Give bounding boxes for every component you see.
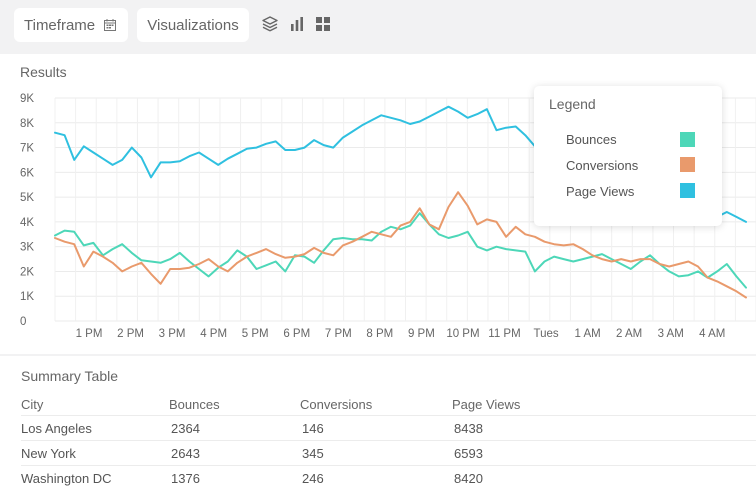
y-tick-label: 2K (20, 266, 34, 278)
summary-table-panel: Summary Table City Bounces Conversions P… (0, 356, 756, 492)
y-tick-label: 0 (20, 316, 26, 328)
grid-icon[interactable] (315, 16, 331, 32)
x-tick-label: 7 PM (325, 328, 352, 340)
visualizations-button[interactable]: Visualizations (137, 8, 249, 42)
column-header-bounces[interactable]: Bounces (169, 397, 220, 412)
cell-page-views: 8438 (454, 421, 483, 436)
timeframe-label: Timeframe (24, 16, 96, 34)
column-header-conversions[interactable]: Conversions (300, 397, 372, 412)
x-tick-label: 4 AM (699, 328, 725, 340)
legend-item-conversions[interactable]: Conversions (566, 158, 638, 173)
x-tick-label: 4 PM (200, 328, 227, 340)
cell-page-views: 6593 (454, 446, 483, 461)
legend: Legend Bounces Conversions Page Views (534, 86, 722, 226)
x-tick-label: 5 PM (242, 328, 269, 340)
column-header-city[interactable]: City (21, 397, 43, 412)
x-tick-label: 3 PM (159, 328, 186, 340)
cell-conversions: 246 (302, 471, 324, 486)
layers-icon[interactable] (262, 16, 278, 32)
x-tick-label: 10 PM (446, 328, 479, 340)
calendar-icon (104, 19, 117, 31)
legend-item-page-views[interactable]: Page Views (566, 184, 634, 199)
legend-item-bounces[interactable]: Bounces (566, 132, 617, 147)
y-tick-label: 6K (20, 167, 34, 179)
cell-city: New York (21, 446, 76, 461)
x-tick-label: 2 AM (616, 328, 642, 340)
toolbar: Timeframe Visualizations (0, 0, 756, 54)
cell-conversions: 146 (302, 421, 324, 436)
x-tick-label: 9 PM (408, 328, 435, 340)
x-tick-label: 1 PM (76, 328, 103, 340)
legend-swatch-conversions (680, 157, 695, 172)
table-divider (21, 465, 756, 466)
y-tick-label: 1K (20, 291, 34, 303)
cell-page-views: 8420 (454, 471, 483, 486)
table-divider (21, 415, 756, 416)
x-tick-label: 1 AM (574, 328, 600, 340)
cell-conversions: 345 (302, 446, 324, 461)
x-tick-label: 6 PM (283, 328, 310, 340)
y-tick-label: 5K (20, 192, 34, 204)
x-tick-label: 8 PM (366, 328, 393, 340)
table-divider (21, 440, 756, 441)
cell-bounces: 1376 (171, 471, 200, 486)
summary-title: Summary Table (21, 368, 119, 384)
x-tick-label: 11 PM (488, 328, 520, 340)
x-tick-label: 2 PM (117, 328, 144, 340)
x-tick-label: 3 AM (658, 328, 684, 340)
y-tick-label: 3K (20, 242, 34, 254)
y-tick-label: 9K (20, 93, 34, 105)
cell-bounces: 2364 (171, 421, 200, 436)
y-tick-label: 7K (20, 143, 34, 155)
timeframe-button[interactable]: Timeframe (14, 8, 128, 42)
legend-swatch-page-views (680, 183, 695, 198)
y-tick-label: 4K (20, 217, 34, 229)
cell-city: Los Angeles (21, 421, 92, 436)
column-header-page-views[interactable]: Page Views (452, 397, 520, 412)
bar-chart-icon[interactable] (289, 16, 305, 32)
cell-city: Washington DC (21, 471, 112, 486)
x-tick-label: Tues (533, 328, 558, 340)
results-panel: Results 9K 8K 7K 6K 5K 4K 3K 2K 1K 0 1 PM 2 PM 3 PM… (0, 54, 756, 354)
y-tick-label: 8K (20, 118, 34, 130)
legend-title: Legend (549, 96, 596, 112)
legend-swatch-bounces (680, 132, 695, 147)
cell-bounces: 2643 (171, 446, 200, 461)
visualizations-label: Visualizations (147, 16, 239, 34)
